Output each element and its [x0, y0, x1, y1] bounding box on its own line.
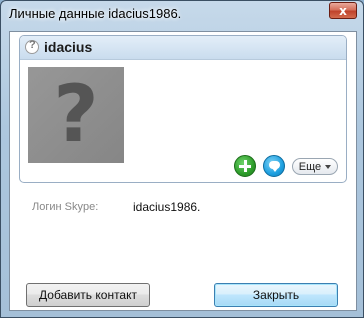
profile-name: idacius [44, 39, 93, 55]
add-contact-icon-button[interactable] [234, 155, 256, 177]
chevron-down-icon [325, 164, 332, 169]
profile-card: idacius ? Еще [19, 35, 347, 183]
profile-card-header: idacius [20, 36, 346, 60]
title-bar[interactable]: Личные данные idacius1986. x [1, 1, 363, 29]
avatar: ? [28, 67, 124, 163]
close-button[interactable]: Закрыть [214, 283, 338, 307]
skype-login-label: Логин Skype: [32, 201, 99, 213]
add-contact-button[interactable]: Добавить контакт [26, 283, 150, 307]
window-close-button[interactable]: x [329, 2, 357, 19]
more-button[interactable]: Еще [292, 158, 338, 175]
unknown-status-icon [25, 39, 39, 54]
dialog-client-area: idacius ? Еще Логин Skype: idacius1986. … [9, 31, 357, 311]
chat-bubble-tail [272, 168, 278, 172]
avatar-placeholder-icon: ? [53, 70, 99, 160]
more-button-label: Еще [298, 160, 322, 173]
personal-data-window: Личные данные idacius1986. x idacius ? Е… [0, 0, 364, 318]
window-title: Личные данные idacius1986. [9, 6, 182, 21]
send-message-icon-button[interactable] [263, 155, 285, 177]
skype-login-value: idacius1986. [133, 200, 201, 214]
